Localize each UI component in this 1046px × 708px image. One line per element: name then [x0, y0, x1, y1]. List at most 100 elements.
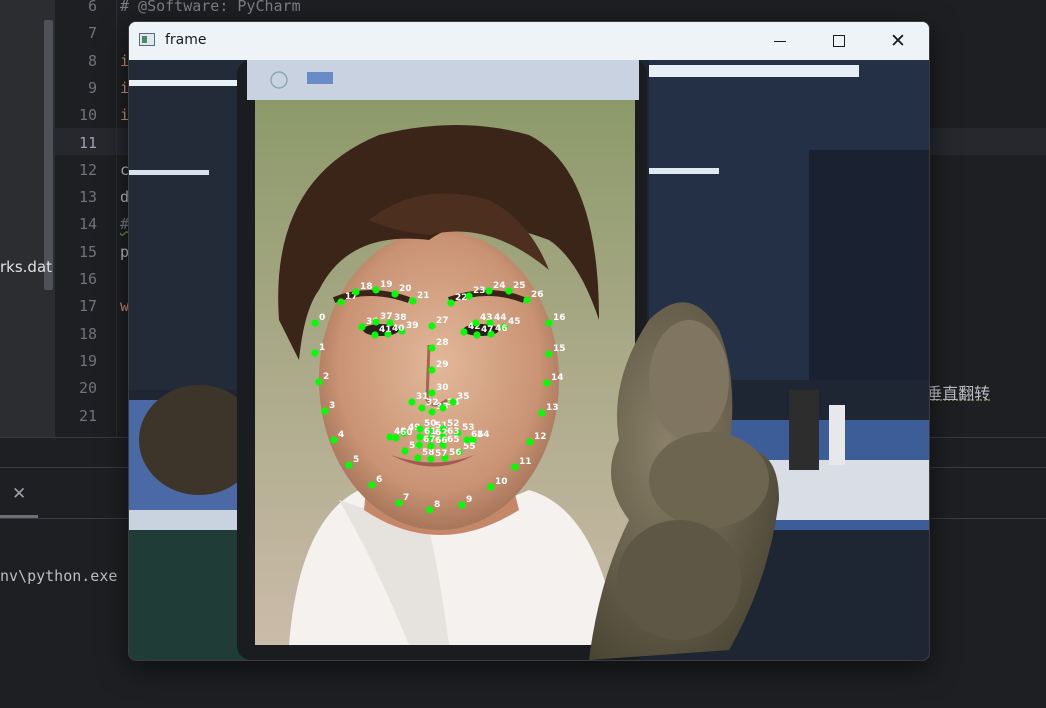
close-icon[interactable]: ✕ [12, 484, 26, 504]
landmark-index-label: 28 [436, 338, 449, 348]
line-number: 19 [78, 351, 97, 370]
landmark-index-label: 16 [553, 313, 566, 323]
project-scrollbar[interactable] [44, 20, 53, 290]
run-output-line: nv\python.exe [0, 567, 118, 585]
landmark-index-label: 41 [379, 325, 392, 335]
landmark-index-label: 47 [481, 325, 494, 335]
close-icon: ✕ [890, 29, 906, 52]
landmark-index-label: 15 [553, 344, 566, 354]
landmark-index-label: 9 [466, 495, 472, 505]
landmark-index-label: 46 [495, 324, 508, 334]
landmark-index-label: 57 [435, 449, 448, 459]
line-number: 11 [78, 133, 97, 152]
landmark-point [395, 499, 403, 507]
landmark-point [428, 344, 436, 352]
landmark-point [447, 299, 455, 307]
window-title: frame [165, 32, 207, 48]
opencv-window-icon [139, 33, 155, 46]
close-button[interactable]: ✕ [869, 22, 927, 60]
line-number: 7 [87, 24, 97, 43]
line-number: 18 [78, 324, 97, 343]
landmark-index-label: 2 [323, 372, 329, 382]
landmark-index-label: 11 [519, 457, 532, 467]
landmark-point [472, 319, 480, 327]
landmark-index-label: 58 [422, 448, 435, 458]
landmark-index-label: 13 [546, 403, 559, 413]
landmark-point [463, 436, 471, 444]
window-titlebar[interactable]: frame ✕ [129, 22, 929, 60]
landmark-index-label: 26 [531, 290, 544, 300]
landmark-point [545, 350, 553, 358]
landmark-point [415, 441, 423, 449]
landmark-index-label: 39 [406, 321, 419, 331]
landmark-index-label: 55 [463, 442, 476, 452]
landmark-index-label: 35 [457, 392, 470, 402]
landmark-point [418, 404, 426, 412]
landmark-index-label: 5 [353, 455, 359, 465]
landmark-index-label: 60 [400, 428, 413, 438]
landmark-point [523, 296, 531, 304]
landmark-point [315, 378, 323, 386]
landmark-index-label: 19 [380, 280, 393, 290]
line-number: 17 [78, 297, 97, 316]
landmark-point [311, 349, 319, 357]
line-number: 21 [78, 406, 97, 425]
landmark-point [352, 288, 360, 296]
landmark-index-label: 25 [513, 281, 526, 291]
frame-window[interactable]: frame ✕ 0 1 2 3 4 5 6 7 8 9 10 11 12 13 … [128, 21, 930, 661]
landmark-index-label: 38 [394, 313, 407, 323]
landmark-index-label: 3 [329, 401, 335, 411]
landmark-index-label: 20 [399, 284, 412, 294]
landmark-point [526, 438, 534, 446]
landmark-index-label: 12 [534, 432, 547, 442]
landmark-index-label: 7 [403, 493, 409, 503]
landmark-index-label: 30 [436, 383, 449, 393]
minimize-icon [774, 40, 786, 42]
landmark-index-label: 14 [551, 373, 564, 383]
gutter-divider [116, 0, 117, 437]
landmark-index-label: 21 [417, 291, 430, 301]
minimize-button[interactable] [751, 22, 809, 60]
maximize-button[interactable] [810, 22, 868, 60]
landmark-point [345, 461, 353, 469]
line-number: 10 [78, 106, 97, 125]
landmark-point [545, 319, 553, 327]
line-number: 20 [78, 379, 97, 398]
line-number: 16 [78, 270, 97, 288]
landmark-point [392, 434, 400, 442]
landmark-index-label: 27 [436, 316, 449, 326]
landmark-index-label: 18 [360, 282, 373, 292]
landmark-point [371, 331, 379, 339]
line-number: 12 [78, 160, 97, 179]
landmark-index-label: 40 [392, 324, 405, 334]
project-file-item[interactable]: rks.dat [0, 258, 52, 276]
line-number: 15 [78, 242, 97, 261]
landmark-index-label: 44 [494, 313, 507, 323]
landmark-point [428, 366, 436, 374]
landmark-index-label: 67 [423, 435, 436, 445]
landmark-index-label: 0 [319, 313, 325, 323]
code-line[interactable]: # @Software: PyCharm [120, 0, 301, 15]
landmark-point [414, 454, 422, 462]
landmark-point [428, 389, 436, 397]
landmark-index-label: 4 [338, 430, 344, 440]
landmark-point [505, 287, 513, 295]
landmark-point [465, 292, 473, 300]
landmark-point [330, 436, 338, 444]
landmark-point [321, 407, 329, 415]
landmark-index-label: 10 [495, 477, 508, 487]
landmark-index-label: 56 [449, 448, 462, 458]
line-number: 13 [78, 188, 97, 207]
landmark-point [372, 286, 380, 294]
landmark-point [439, 404, 447, 412]
landmark-point [511, 463, 519, 471]
webcam-image: 012345678 9101112131415161718 19 2021 2223 24… [129, 60, 929, 660]
landmark-point [401, 447, 409, 455]
landmark-point [485, 287, 493, 295]
landmark-point [386, 433, 394, 441]
line-number: 6 [87, 0, 97, 15]
landmark-index-label: 29 [436, 360, 449, 370]
landmark-index-label: 22 [455, 293, 468, 303]
landmark-point [449, 398, 457, 406]
landmark-point [538, 409, 546, 417]
